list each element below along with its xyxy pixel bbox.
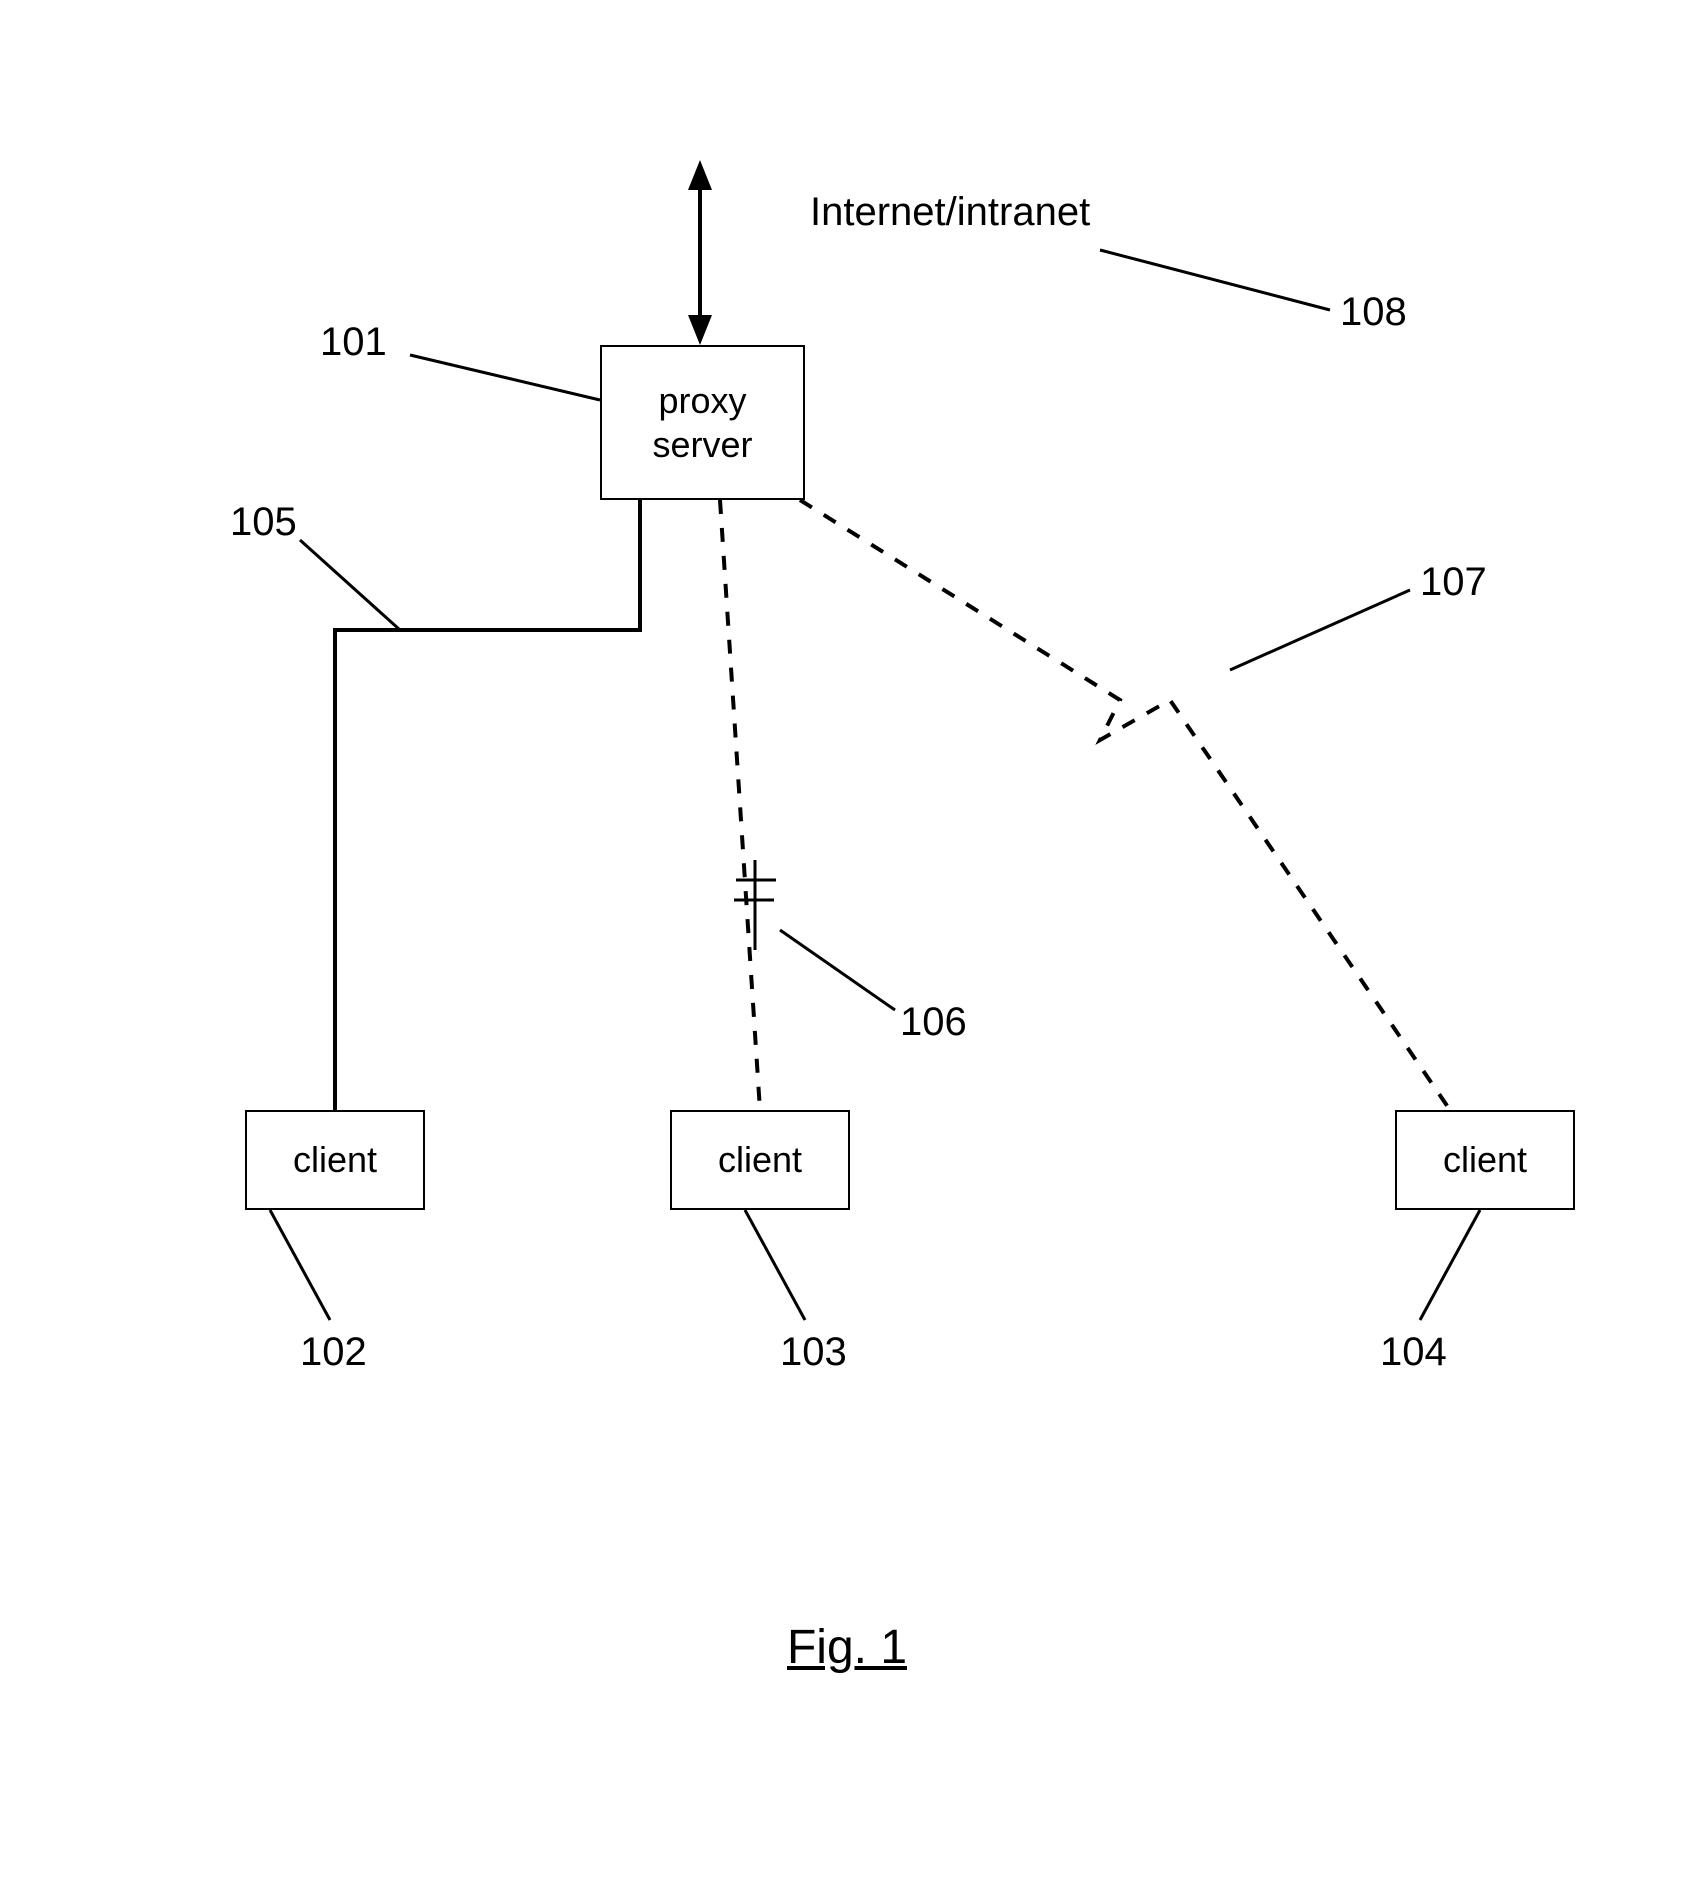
leader-104 — [1420, 1210, 1480, 1320]
ref-105: 105 — [230, 500, 297, 545]
ref-103: 103 — [780, 1330, 847, 1375]
leader-108 — [1100, 250, 1330, 310]
figure-title: Fig. 1 — [787, 1620, 907, 1675]
ref-104: 104 — [1380, 1330, 1447, 1375]
link-wireless-106 — [720, 500, 760, 1110]
connectors-layer — [0, 0, 1694, 1881]
client-c-box: client — [1395, 1110, 1575, 1210]
ref-102: 102 — [300, 1330, 367, 1375]
proxy-server-box: proxy server — [600, 345, 805, 500]
leader-101 — [410, 355, 600, 400]
link-wireless-107 — [800, 500, 1450, 1110]
leader-102 — [270, 1210, 330, 1320]
leader-105 — [300, 540, 400, 630]
ref-106: 106 — [900, 1000, 967, 1045]
leader-106 — [780, 930, 895, 1010]
leader-107 — [1230, 590, 1410, 670]
uplink-arrowhead-down — [688, 315, 712, 345]
link-wired-105 — [335, 500, 640, 1110]
ref-108: 108 — [1340, 290, 1407, 335]
leader-103 — [745, 1210, 805, 1320]
diagram-stage: proxy server client client client Intern… — [0, 0, 1694, 1881]
client-a-box: client — [245, 1110, 425, 1210]
ref-107: 107 — [1420, 560, 1487, 605]
ref-101: 101 — [320, 320, 387, 365]
internet-label: Internet/intranet — [810, 190, 1090, 235]
client-b-box: client — [670, 1110, 850, 1210]
uplink-arrowhead-up — [688, 160, 712, 190]
